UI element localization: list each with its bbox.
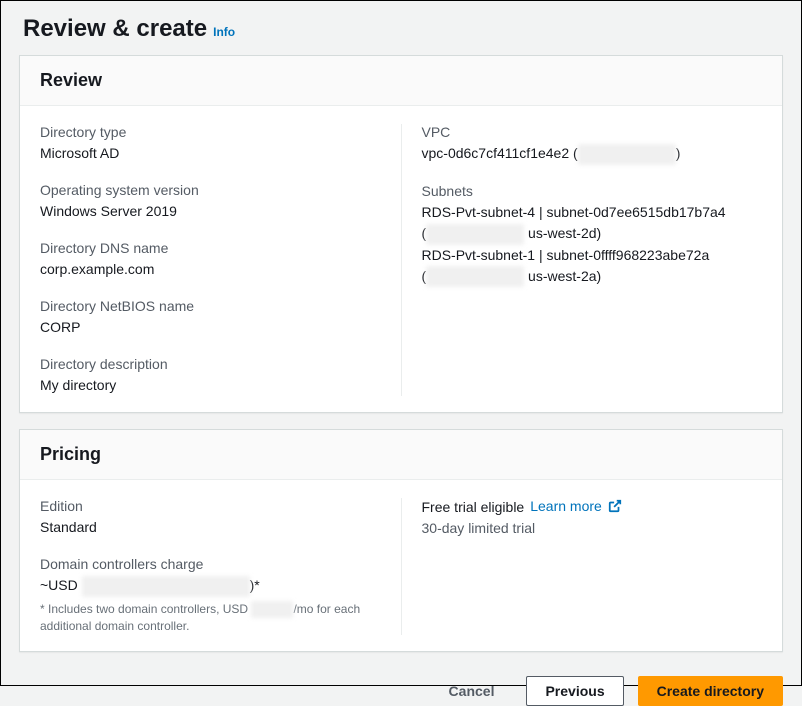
vpc-redacted: xxxxxxxxxxxxxx [578,144,676,165]
netbios-name-field: Directory NetBIOS name CORP [40,298,381,338]
review-panel: Review Directory type Microsoft AD Opera… [19,55,783,413]
external-link-icon [608,499,622,516]
os-version-label: Operating system version [40,182,381,198]
netbios-name-value: CORP [40,317,381,338]
charge-redacted: xxxxxxxxxxxxxxxxxxxxxxxx [82,576,250,597]
dns-name-label: Directory DNS name [40,240,381,256]
subnet-1-redacted: xxxxxxxxxxxxxx [426,224,524,245]
subnets-label: Subnets [422,183,763,199]
review-panel-title: Review [40,70,762,91]
charge-note-redacted: xxxxxxx [251,601,293,618]
os-version-value: Windows Server 2019 [40,201,381,222]
charge-suffix: )* [250,577,260,593]
pricing-right-column: Free trial eligible Learn more 30-day li… [402,498,763,635]
charge-prefix: ~USD [40,577,82,593]
os-version-field: Operating system version Windows Server … [40,182,381,222]
description-field: Directory description My directory [40,356,381,396]
charge-label: Domain controllers charge [40,556,381,572]
charge-note: * Includes two domain controllers, USD x… [40,601,381,635]
vpc-open-paren: ( [569,145,578,161]
review-right-column: VPC vpc-0d6c7cf411cf1e4e2 (xxxxxxxxxxxxx… [402,124,763,396]
subnets-field: Subnets RDS-Pvt-subnet-4 | subnet-0d7ee6… [422,183,763,288]
directory-type-field: Directory type Microsoft AD [40,124,381,164]
previous-button[interactable]: Previous [526,676,623,706]
learn-more-link[interactable]: Learn more [530,498,621,516]
edition-field: Edition Standard [40,498,381,538]
directory-type-label: Directory type [40,124,381,140]
vpc-id: vpc-0d6c7cf411cf1e4e2 [422,145,570,161]
cancel-button[interactable]: Cancel [431,677,513,705]
subnet-1-line-a: RDS-Pvt-subnet-4 | subnet-0d7ee6515db17b… [422,202,763,223]
subnet-2-line-a: RDS-Pvt-subnet-1 | subnet-0ffff968223abe… [422,245,763,266]
vpc-close-paren: ) [676,145,681,161]
dns-name-field: Directory DNS name corp.example.com [40,240,381,280]
free-trial-sub: 30-day limited trial [422,520,763,536]
description-label: Directory description [40,356,381,372]
pricing-panel-body: Edition Standard Domain controllers char… [20,480,782,651]
edition-label: Edition [40,498,381,514]
free-trial-line: Free trial eligible Learn more [422,498,763,516]
subnet-2-az: us-west-2a) [524,268,601,284]
pricing-panel-title: Pricing [40,444,762,465]
description-value: My directory [40,375,381,396]
dns-name-value: corp.example.com [40,259,381,280]
edition-value: Standard [40,517,381,538]
charge-field: Domain controllers charge ~USD xxxxxxxxx… [40,556,381,635]
review-panel-body: Directory type Microsoft AD Operating sy… [20,106,782,412]
page-title: Review & create [23,15,207,43]
subnet-2-line-b: (xxxxxxxxxxxxxx us-west-2a) [422,266,763,288]
netbios-name-label: Directory NetBIOS name [40,298,381,314]
subnet-2-redacted: xxxxxxxxxxxxxx [426,266,524,287]
pricing-panel-header: Pricing [20,430,782,480]
vpc-label: VPC [422,124,763,140]
footer-actions: Cancel Previous Create directory [19,668,783,706]
free-trial-label: Free trial eligible [422,499,525,515]
directory-type-value: Microsoft AD [40,143,381,164]
vpc-value: vpc-0d6c7cf411cf1e4e2 (xxxxxxxxxxxxxx) [422,143,763,165]
review-left-column: Directory type Microsoft AD Operating sy… [40,124,402,396]
review-panel-header: Review [20,56,782,106]
page-header: Review & create Info [19,15,783,43]
pricing-panel: Pricing Edition Standard Domain controll… [19,429,783,652]
subnets-value: RDS-Pvt-subnet-4 | subnet-0d7ee6515db17b… [422,202,763,288]
subnet-1-line-b: (xxxxxxxxxxxxxx us-west-2d) [422,223,763,245]
create-directory-button[interactable]: Create directory [638,676,783,706]
charge-value: ~USD xxxxxxxxxxxxxxxxxxxxxxxx)* [40,575,381,597]
charge-note-a: * Includes two domain controllers, USD [40,602,251,616]
info-link[interactable]: Info [213,25,235,39]
vpc-field: VPC vpc-0d6c7cf411cf1e4e2 (xxxxxxxxxxxxx… [422,124,763,165]
pricing-left-column: Edition Standard Domain controllers char… [40,498,402,635]
learn-more-text: Learn more [530,498,602,514]
subnet-1-az: us-west-2d) [524,225,601,241]
